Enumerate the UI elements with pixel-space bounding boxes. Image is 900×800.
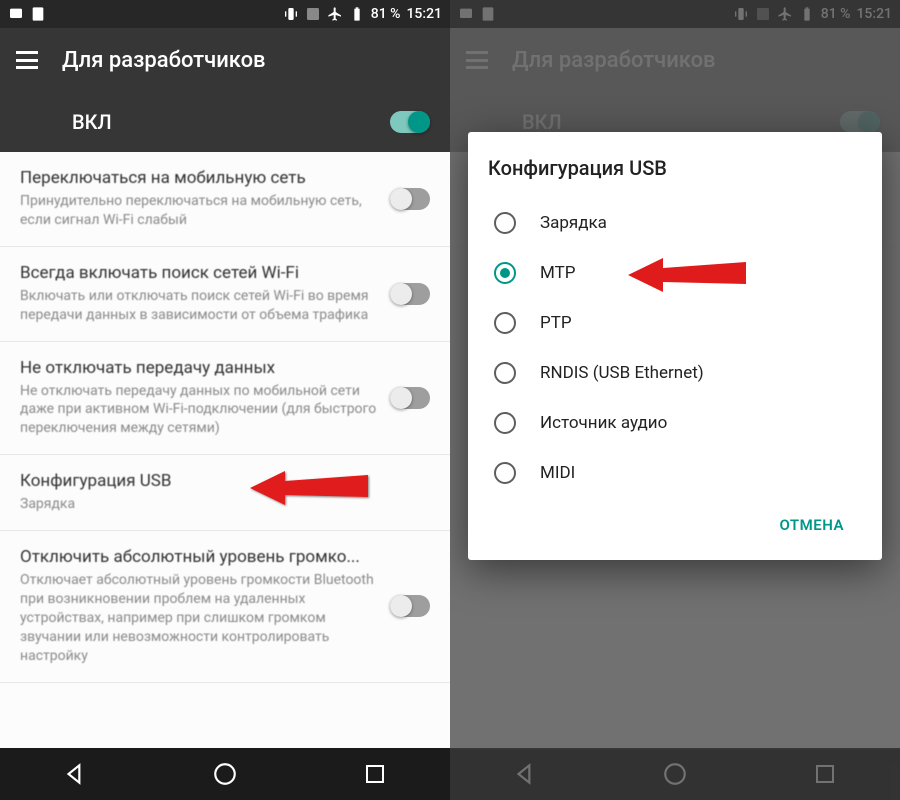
master-toggle-label: ВКЛ	[72, 110, 390, 134]
nav-bar	[0, 748, 450, 800]
toggle-switch[interactable]	[390, 188, 430, 210]
status-bar: 81 % 15:21	[0, 0, 450, 28]
toggle-switch[interactable]	[390, 595, 430, 617]
radio-option-charging[interactable]: Зарядка	[488, 198, 862, 248]
clock-text: 15:21	[406, 6, 442, 22]
menu-icon[interactable]	[16, 51, 38, 69]
toggle-switch[interactable]	[390, 283, 430, 305]
cancel-button[interactable]: ОТМЕНА	[770, 508, 855, 542]
radio-icon[interactable]	[494, 412, 516, 434]
battery-text: 81 %	[371, 6, 401, 22]
master-toggle-row[interactable]: ВКЛ	[0, 92, 450, 152]
radio-icon[interactable]	[494, 312, 516, 334]
app-bar: Для разработчиков	[0, 28, 450, 92]
radio-icon[interactable]	[494, 462, 516, 484]
nav-back-button[interactable]	[60, 759, 90, 789]
radio-option-midi[interactable]: MIDI	[488, 448, 862, 498]
radio-option-mtp[interactable]: MTP	[488, 248, 862, 298]
toggle-switch[interactable]	[390, 387, 430, 409]
battery-icon	[349, 6, 365, 22]
usb-config-dialog: Конфигурация USB Зарядка MTP PTP RNDIS (…	[468, 132, 882, 560]
page-title: Для разработчиков	[62, 48, 266, 73]
radio-icon[interactable]	[494, 212, 516, 234]
notif-icon-1	[8, 6, 24, 22]
annotation-arrow-icon	[628, 250, 748, 304]
airplane-icon	[327, 6, 343, 22]
setting-keep-data[interactable]: Не отключать передачу данных Не отключат…	[0, 342, 450, 456]
setting-switch-mobile[interactable]: Переключаться на мобильную сеть Принудит…	[0, 152, 450, 247]
radio-option-ptp[interactable]: PTP	[488, 298, 862, 348]
nav-home-button[interactable]	[210, 759, 240, 789]
radio-option-rndis[interactable]: RNDIS (USB Ethernet)	[488, 348, 862, 398]
phone-right: 81 % 15:21 Для разработчиков ВКЛ Переклю…	[450, 0, 900, 800]
settings-list: Переключаться на мобильную сеть Принудит…	[0, 152, 450, 748]
radio-icon[interactable]	[494, 262, 516, 284]
setting-absolute-volume[interactable]: Отключить абсолютный уровень громко... О…	[0, 531, 450, 682]
setting-usb-config[interactable]: Конфигурация USB Зарядка	[0, 455, 450, 531]
master-toggle-switch[interactable]	[390, 111, 430, 133]
modal-overlay[interactable]: Конфигурация USB Зарядка MTP PTP RNDIS (…	[450, 0, 900, 800]
notif-icon-2	[30, 6, 46, 22]
vibrate-icon	[283, 6, 299, 22]
phone-left: 81 % 15:21 Для разработчиков ВКЛ Переклю…	[0, 0, 450, 800]
radio-icon[interactable]	[494, 362, 516, 384]
nfc-icon	[305, 6, 321, 22]
radio-option-audio[interactable]: Источник аудио	[488, 398, 862, 448]
setting-wifi-scan[interactable]: Всегда включать поиск сетей Wi-Fi Включа…	[0, 247, 450, 342]
nav-recent-button[interactable]	[360, 759, 390, 789]
dialog-title: Конфигурация USB	[488, 156, 862, 180]
